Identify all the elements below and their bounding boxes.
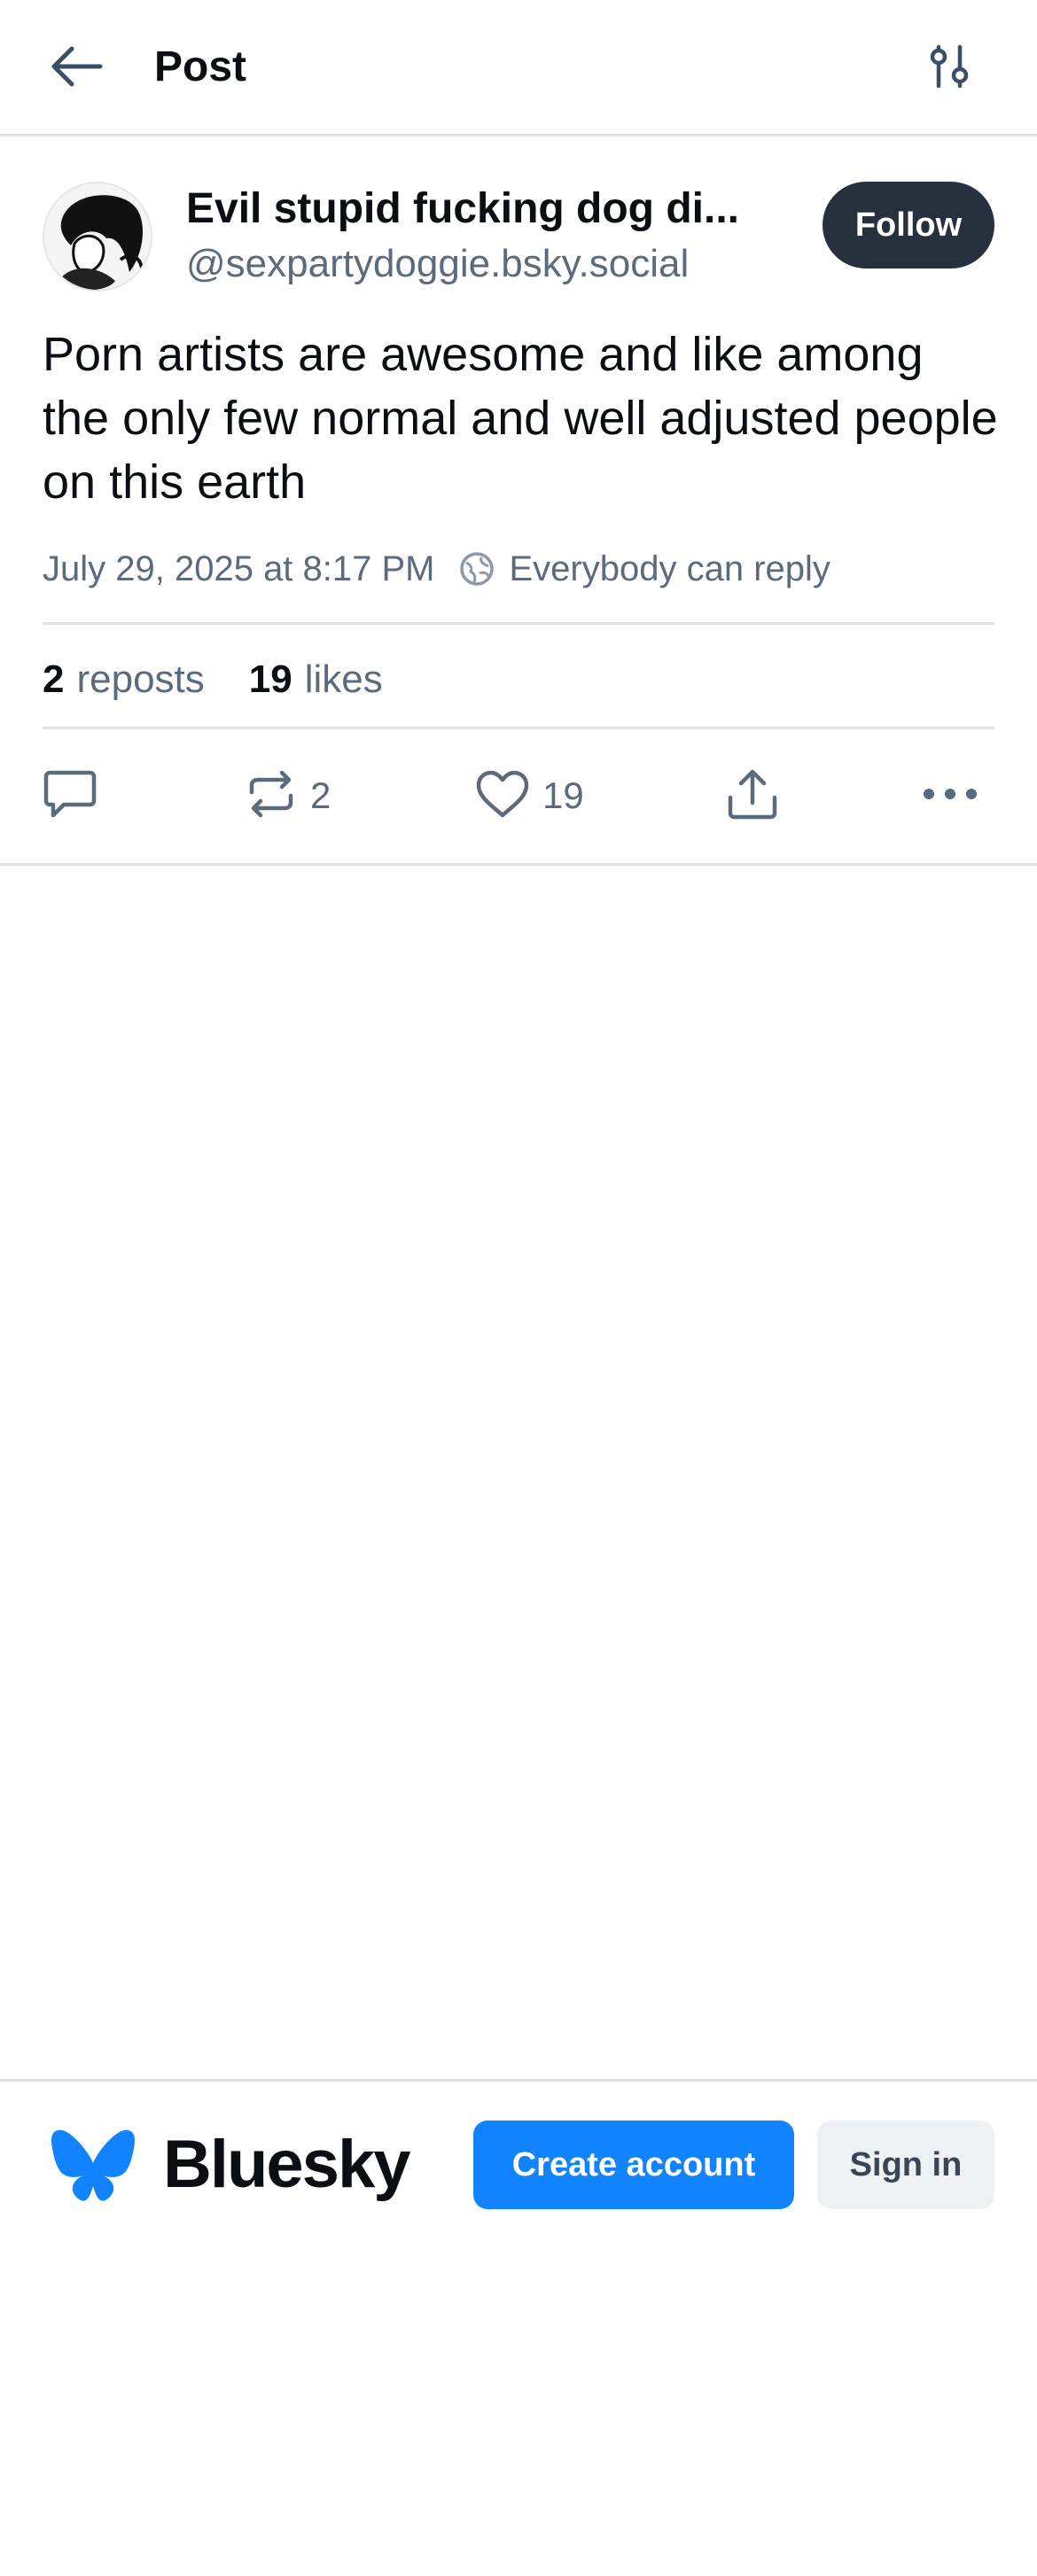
repost-count: 2 xyxy=(310,774,331,816)
post-stats: 2 reposts 19 likes xyxy=(43,652,383,707)
author-handle[interactable]: @sexpartydoggie.bsky.social xyxy=(186,239,689,289)
heart-icon xyxy=(475,769,530,823)
post-timestamp: July 29, 2025 at 8:17 PM xyxy=(43,549,435,588)
top-header: Post xyxy=(0,0,1037,136)
repost-icon xyxy=(245,769,298,823)
likes-label[interactable]: likes xyxy=(305,658,383,702)
back-button[interactable] xyxy=(46,39,108,97)
reposts-count[interactable]: 2 xyxy=(43,658,64,702)
globe-icon xyxy=(458,550,495,588)
speech-bubble-icon xyxy=(43,767,97,825)
divider xyxy=(43,622,994,625)
bluesky-butterfly-icon xyxy=(50,2128,136,2206)
repost-button[interactable]: 2 xyxy=(245,762,331,829)
arrow-left-icon xyxy=(51,45,104,92)
author-avatar[interactable] xyxy=(43,182,152,292)
create-account-button[interactable]: Create account xyxy=(473,2121,794,2209)
more-dots-icon xyxy=(922,787,979,805)
post-text: Porn artists are awesome and like among … xyxy=(43,328,998,509)
likes-count[interactable]: 19 xyxy=(249,658,292,702)
sign-in-button[interactable]: Sign in xyxy=(817,2121,994,2209)
thread-settings-button[interactable] xyxy=(922,39,977,97)
reply-button[interactable] xyxy=(43,762,97,829)
share-icon xyxy=(725,767,780,825)
share-button[interactable] xyxy=(725,762,780,829)
like-button[interactable]: 19 xyxy=(475,762,584,829)
sliders-icon xyxy=(927,43,971,94)
more-options-button[interactable] xyxy=(922,762,979,829)
post-page: Post Evil stupid fucking dog di... @sexp… xyxy=(0,0,1037,2576)
post-actions: 2 19 xyxy=(0,762,1037,829)
post-meta: July 29, 2025 at 8:17 PM Everybody can r… xyxy=(43,542,830,595)
divider xyxy=(0,863,1037,866)
reply-setting-text[interactable]: Everybody can reply xyxy=(510,549,830,589)
reposts-label[interactable]: reposts xyxy=(76,658,204,702)
author-display-name[interactable]: Evil stupid fucking dog di... xyxy=(186,183,771,236)
like-count: 19 xyxy=(542,774,584,816)
signup-bar: Bluesky Create account Sign in xyxy=(0,2079,1037,2576)
bluesky-wordmark: Bluesky xyxy=(163,2127,410,2202)
page-title: Post xyxy=(154,43,247,90)
divider xyxy=(43,727,994,729)
follow-button[interactable]: Follow xyxy=(823,182,994,268)
